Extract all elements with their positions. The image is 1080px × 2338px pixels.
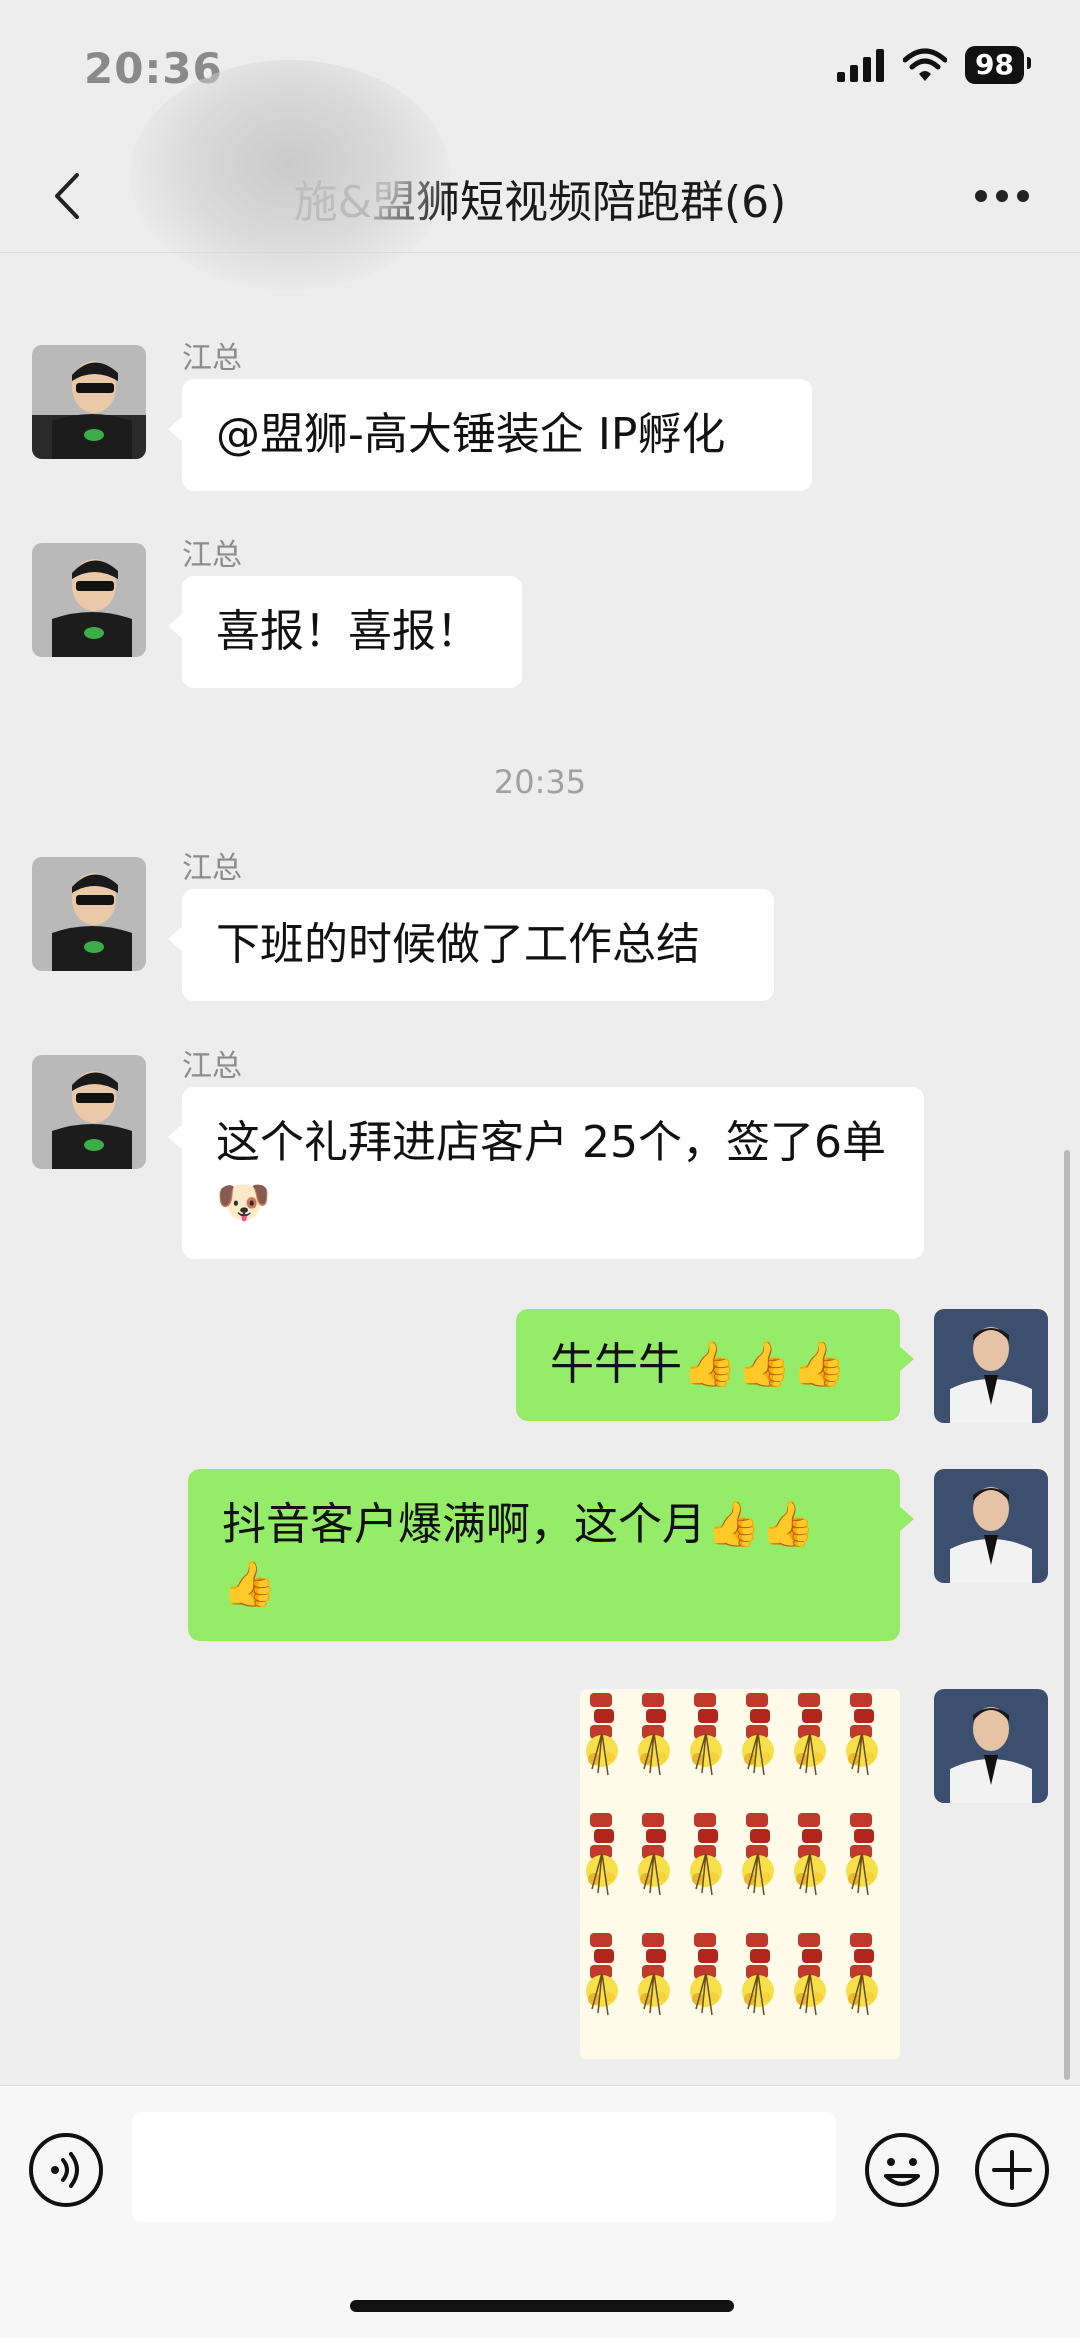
signal-icon	[837, 49, 885, 82]
wifi-icon	[903, 48, 948, 81]
message-bubble[interactable]: 抖音客户爆满啊，这个月👍👍👍	[188, 1469, 914, 1641]
voice-icon	[29, 2133, 103, 2207]
sender-name: 江总	[182, 1049, 242, 1084]
my-avatar[interactable]	[934, 1469, 1048, 1583]
home-indicator	[350, 2300, 734, 2312]
message-bubble[interactable]: @盟狮-高大锤装企 IP孵化	[168, 379, 812, 491]
avatar[interactable]	[32, 1055, 146, 1169]
message-timestamp: 20:35	[493, 763, 587, 801]
message-bubble[interactable]: 牛牛牛👍👍👍	[516, 1309, 914, 1421]
my-avatar[interactable]	[934, 1309, 1048, 1423]
sticker-message[interactable]	[580, 1689, 900, 2059]
sender-name: 江总	[182, 851, 242, 886]
sender-name: 江总	[182, 538, 242, 573]
message-bubble[interactable]: 喜报！喜报！	[168, 576, 522, 688]
avatar[interactable]	[32, 543, 146, 657]
scrollbar[interactable]	[1064, 1150, 1070, 2080]
avatar[interactable]	[32, 857, 146, 971]
avatar[interactable]	[32, 345, 146, 459]
sender-name: 江总	[182, 341, 242, 376]
more-icon	[975, 190, 1029, 202]
firecracker-sticker	[585, 1692, 879, 2016]
more-button[interactable]	[964, 170, 1040, 222]
back-button[interactable]	[36, 164, 96, 228]
plus-icon	[975, 2133, 1049, 2207]
battery-indicator: 98	[965, 46, 1031, 84]
message-bubble[interactable]: 这个礼拜进店客户 25个，签了6单🐶	[168, 1087, 924, 1259]
my-avatar[interactable]	[934, 1689, 1048, 1803]
message-bubble[interactable]: 下班的时候做了工作总结	[168, 889, 774, 1001]
back-icon	[55, 173, 79, 219]
status-icons: 98	[837, 46, 1031, 84]
voice-button[interactable]	[28, 2132, 104, 2208]
emoji-icon	[865, 2133, 939, 2207]
message-input[interactable]	[132, 2112, 836, 2222]
emoji-button[interactable]	[864, 2132, 940, 2208]
chat-message-list[interactable]: 江总 @盟狮-高大锤装企 IP孵化 江总 喜报！喜报！ 20:35 江总 下班的…	[0, 253, 1080, 2083]
plus-button[interactable]	[974, 2132, 1050, 2208]
